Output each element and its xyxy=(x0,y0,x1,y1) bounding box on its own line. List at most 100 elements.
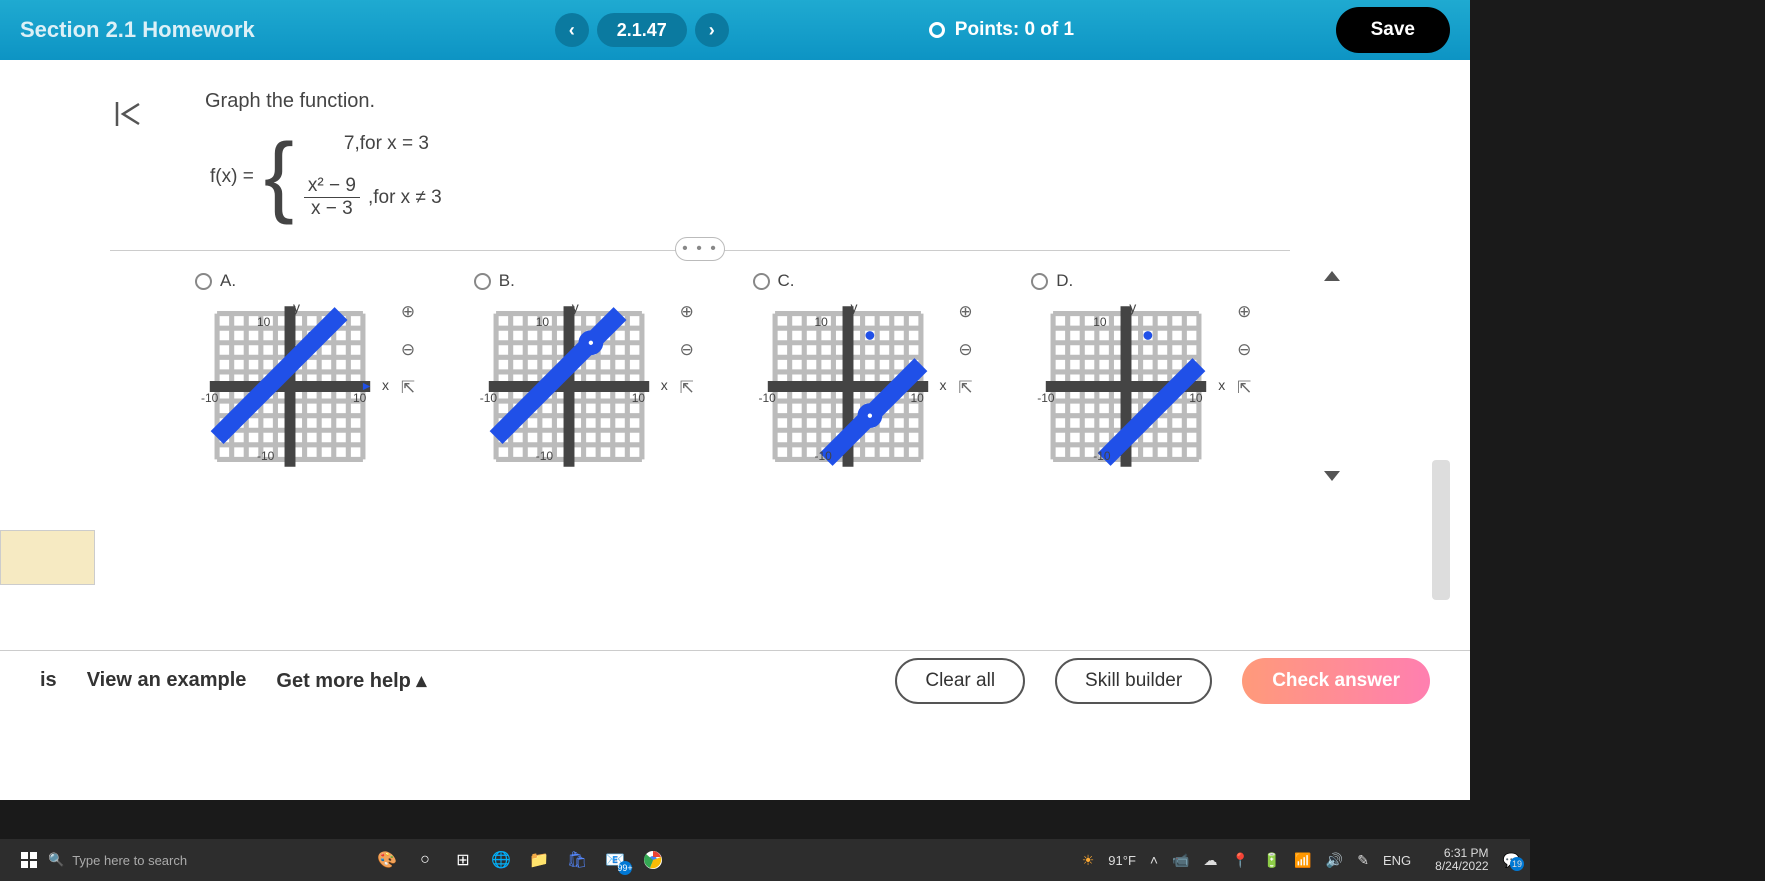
y-axis-label: y xyxy=(1129,299,1136,315)
cortana-icon[interactable]: ○ xyxy=(412,847,438,873)
system-tray: ☀ 91°F ˄ 📹 ☁ 📍 🔋 📶 🔊 ✎ ENG 6:31 PM 8/24/… xyxy=(1082,847,1520,873)
x-axis-label: x xyxy=(940,377,947,393)
radio-c[interactable] xyxy=(753,273,770,290)
tick-x-neg: -10 xyxy=(480,391,497,405)
side-panel-tab[interactable] xyxy=(0,530,95,585)
store-icon[interactable]: 🛍 xyxy=(564,847,590,873)
search-placeholder: Type here to search xyxy=(72,853,187,868)
radio-a[interactable] xyxy=(195,273,212,290)
get-more-help-button[interactable]: Get more help ▴ xyxy=(276,668,426,693)
location-icon[interactable]: 📍 xyxy=(1232,852,1249,869)
piece2-condition: for x ≠ 3 xyxy=(373,187,442,209)
taskbar-search[interactable]: 🔍 Type here to search xyxy=(48,852,308,868)
radio-d[interactable] xyxy=(1031,273,1048,290)
tick-x-pos: 10 xyxy=(1189,391,1202,405)
tick-y-pos: 10 xyxy=(815,315,828,329)
x-axis-label: x xyxy=(1218,377,1225,393)
zoom-in-button[interactable]: ⊕ xyxy=(674,299,700,325)
graph-b: y x 10 -10 -10 10 xyxy=(474,299,664,474)
mail-icon[interactable]: 📧99+ xyxy=(602,847,628,873)
tick-x-neg: -10 xyxy=(759,391,776,405)
edge-icon[interactable]: 🌐 xyxy=(488,847,514,873)
piece1-condition: for x = 3 xyxy=(360,133,429,155)
tick-y-neg: -10 xyxy=(536,449,553,463)
wifi-icon[interactable]: 📶 xyxy=(1294,852,1311,869)
weather-temp[interactable]: 91°F xyxy=(1108,853,1136,868)
tick-y-pos: 10 xyxy=(257,315,270,329)
problem-prompt: Graph the function. xyxy=(205,90,1290,113)
zoom-out-button[interactable]: ⊖ xyxy=(674,337,700,363)
explorer-icon[interactable]: 📁 xyxy=(526,847,552,873)
task-view-icon[interactable]: ⊞ xyxy=(450,847,476,873)
search-icon: 🔍 xyxy=(48,852,64,868)
scroll-down-button[interactable] xyxy=(1324,471,1340,481)
skill-builder-button[interactable]: Skill builder xyxy=(1055,658,1212,704)
vertical-scrollbar[interactable] xyxy=(1432,460,1450,600)
zoom-in-button[interactable]: ⊕ xyxy=(1231,299,1257,325)
zoom-out-button[interactable]: ⊖ xyxy=(395,337,421,363)
is-label: is xyxy=(40,669,57,692)
chrome-icon[interactable] xyxy=(640,847,666,873)
volume-icon[interactable]: 🔊 xyxy=(1326,852,1343,869)
start-button[interactable] xyxy=(16,847,42,873)
language-indicator[interactable]: ENG xyxy=(1383,853,1411,868)
piecewise-brace: { xyxy=(264,136,294,217)
x-axis-label: x xyxy=(382,377,389,393)
zoom-in-button[interactable]: ⊕ xyxy=(395,299,421,325)
taskbar-clock[interactable]: 6:31 PM 8/24/2022 xyxy=(1435,847,1488,873)
points-label: Points: 0 of 1 xyxy=(955,19,1074,41)
scroll-up-button[interactable] xyxy=(1324,271,1340,281)
piece2-denominator: x − 3 xyxy=(311,198,353,220)
pen-icon[interactable]: ✎ xyxy=(1357,852,1369,869)
option-c: C. y x 10 -10 -10 10 xyxy=(753,271,1012,474)
piece2-numerator: x² − 9 xyxy=(304,175,360,198)
prev-question-button[interactable]: ‹ xyxy=(555,13,589,47)
mail-badge: 99+ xyxy=(618,861,632,875)
view-example-button[interactable]: View an example xyxy=(87,669,247,692)
tick-x-pos: 10 xyxy=(353,391,366,405)
question-number: 2.1.47 xyxy=(597,13,687,47)
chevron-up-icon[interactable]: ˄ xyxy=(1150,852,1158,868)
points-indicator: Points: 0 of 1 xyxy=(929,19,1074,41)
onedrive-icon[interactable]: ☁ xyxy=(1204,852,1218,869)
expand-more-button[interactable]: • • • xyxy=(675,237,725,261)
next-question-button[interactable]: › xyxy=(695,13,729,47)
tick-y-neg: -10 xyxy=(1093,449,1110,463)
popout-button[interactable]: ⇱ xyxy=(674,375,700,401)
check-answer-button[interactable]: Check answer xyxy=(1242,658,1430,704)
popout-button[interactable]: ⇱ xyxy=(1231,375,1257,401)
piece1-value: 7, xyxy=(344,133,360,155)
label-a: A. xyxy=(220,271,236,291)
footer-toolbar: is View an example Get more help ▴ Clear… xyxy=(0,650,1470,710)
y-axis-label: y xyxy=(572,299,579,315)
tick-y-neg: -10 xyxy=(257,449,274,463)
popout-button[interactable]: ⇱ xyxy=(953,375,979,401)
tick-x-pos: 10 xyxy=(911,391,924,405)
collapse-panel-button[interactable] xyxy=(115,100,145,135)
option-a: A. y x 10 -10 -10 10 xyxy=(195,271,454,474)
zoom-in-button[interactable]: ⊕ xyxy=(953,299,979,325)
tick-y-pos: 10 xyxy=(536,315,549,329)
question-nav: ‹ 2.1.47 › xyxy=(555,13,729,47)
meet-now-icon[interactable]: 📹 xyxy=(1172,852,1189,869)
problem-content: Graph the function. f(x) = { 7, for x = … xyxy=(0,60,1470,650)
radio-b[interactable] xyxy=(474,273,491,290)
options-scroll xyxy=(1324,271,1340,481)
taskbar-app-icon[interactable]: 🎨 xyxy=(374,847,400,873)
zoom-out-button[interactable]: ⊖ xyxy=(1231,337,1257,363)
battery-icon[interactable]: 🔋 xyxy=(1263,852,1280,869)
answer-options: A. y x 10 -10 -10 10 xyxy=(195,271,1290,474)
y-axis-label: y xyxy=(293,299,300,315)
tick-x-neg: -10 xyxy=(1037,391,1054,405)
clear-all-button[interactable]: Clear all xyxy=(895,658,1025,704)
label-b: B. xyxy=(499,271,515,291)
graph-a: y x 10 -10 -10 10 xyxy=(195,299,385,474)
zoom-out-button[interactable]: ⊖ xyxy=(953,337,979,363)
windows-taskbar: 🔍 Type here to search 🎨 ○ ⊞ 🌐 📁 🛍 📧99+ ☀… xyxy=(0,839,1530,881)
popout-button[interactable]: ⇱ xyxy=(395,375,421,401)
fn-lhs: f(x) = xyxy=(210,166,254,188)
save-button[interactable]: Save xyxy=(1336,7,1450,53)
notifications-icon[interactable]: 💬19 xyxy=(1503,852,1520,869)
header-bar: Section 2.1 Homework ‹ 2.1.47 › Points: … xyxy=(0,0,1470,60)
weather-icon[interactable]: ☀ xyxy=(1082,852,1095,869)
